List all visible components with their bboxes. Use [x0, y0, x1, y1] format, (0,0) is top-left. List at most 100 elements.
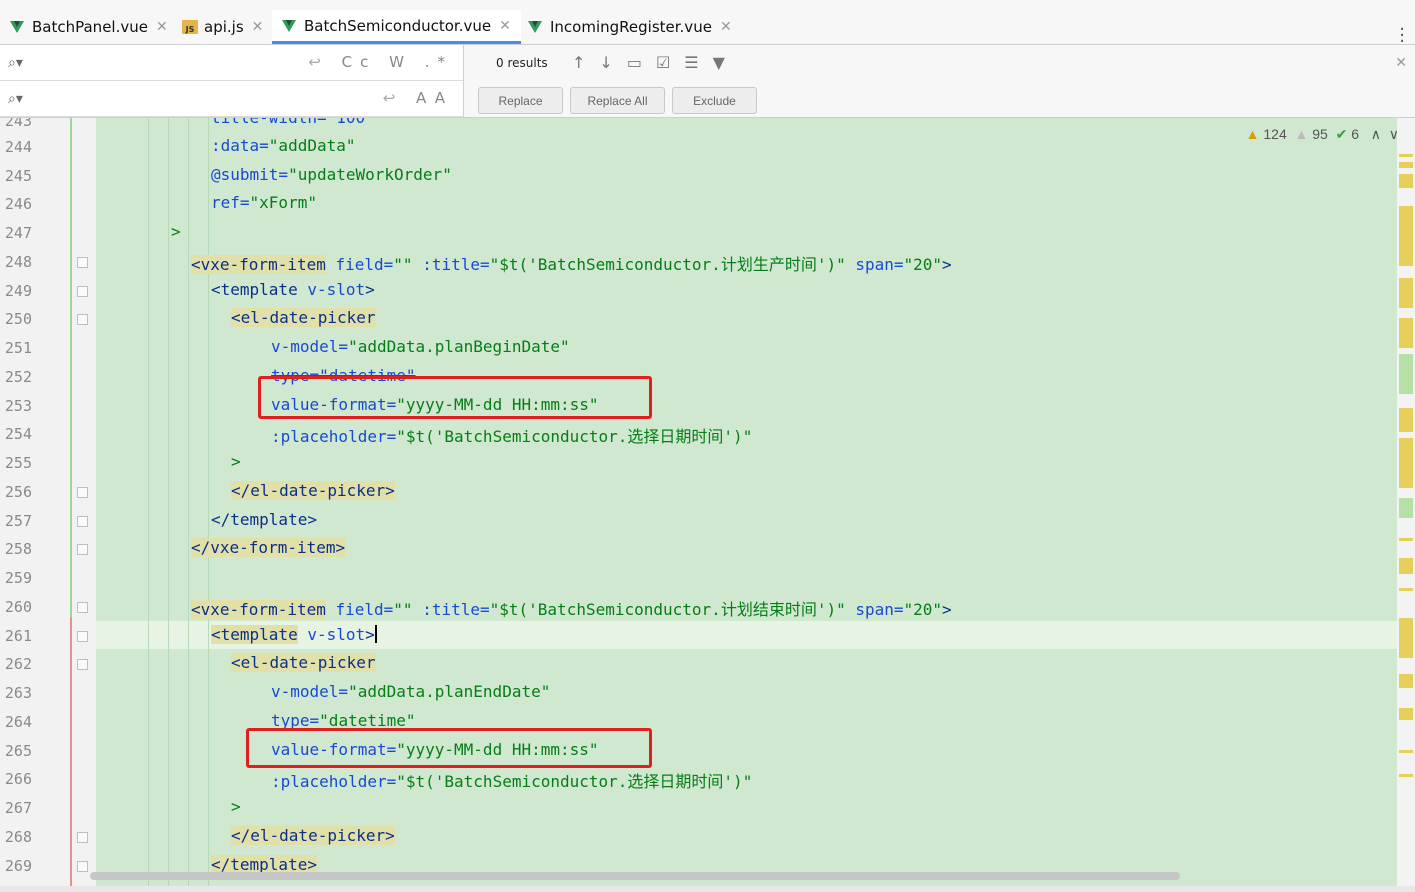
select-all-icon[interactable]: ▭ — [627, 53, 656, 72]
error-stripe-mark — [1399, 438, 1413, 488]
search-input[interactable]: ⌕▾ ↩ Cc W .* — [0, 45, 463, 81]
filter-icon[interactable]: ▼ — [713, 53, 739, 72]
attr-name: field= — [325, 255, 394, 274]
line-number: 258 — [4, 540, 32, 558]
code-text: > — [231, 797, 241, 816]
line-number: 265 — [4, 742, 32, 760]
attr-name: @submit= — [211, 165, 289, 184]
close-icon[interactable]: ✕ — [499, 18, 511, 34]
error-stripe-mark — [1399, 674, 1413, 688]
find-replace-bar: ⌕▾ ↩ Cc W .* ⌕▾ ↩ AA 0 results ↑↓▭☑☰▼ ✕ … — [0, 45, 1415, 118]
close-icon[interactable]: ✕ — [720, 19, 732, 35]
line-number-gutter: 243 244 245 246 247 248 249 250 251 252 … — [0, 118, 70, 886]
fold-icon[interactable] — [77, 487, 88, 498]
code-line-246: ref="xForm" — [211, 193, 317, 212]
attr-value: "20" — [903, 255, 943, 274]
code-line-250: <el-date-picker — [231, 308, 376, 327]
line-number: 251 — [4, 339, 32, 357]
exclude-button[interactable]: Exclude — [672, 87, 757, 114]
js-file-icon: JS — [182, 20, 198, 34]
tab-batchpanel[interactable]: BatchPanel.vue ✕ — [10, 10, 168, 44]
fold-icon[interactable] — [77, 314, 88, 325]
line-number: 245 — [4, 167, 32, 185]
fold-icon[interactable] — [77, 659, 88, 670]
vue-file-icon — [282, 19, 296, 32]
attr-name: :placeholder= — [271, 772, 397, 791]
line-number: 269 — [4, 857, 32, 875]
code-editor[interactable]: 243 244 245 246 247 248 249 250 251 252 … — [0, 118, 1415, 886]
multiline-icon[interactable]: ☰ — [684, 53, 712, 72]
fold-icon[interactable] — [77, 257, 88, 268]
arrow-down-icon[interactable]: ↓ — [599, 53, 626, 72]
horizontal-scrollbar[interactable] — [90, 872, 1180, 880]
error-stripe-mark — [1399, 154, 1413, 157]
tag-name: <template — [211, 280, 298, 299]
close-icon[interactable]: ✕ — [1395, 55, 1407, 71]
error-stripe-mark — [1399, 318, 1413, 348]
fold-icon[interactable] — [77, 832, 88, 843]
tag-end: > — [365, 625, 375, 644]
annotation-box — [246, 728, 652, 768]
filter-selection-icon[interactable]: ☑ — [656, 53, 684, 72]
replace-button[interactable]: Replace — [478, 87, 563, 114]
error-stripe-mark — [1399, 278, 1413, 308]
attr-value: 'BatchSemiconductor.计划生产时间' — [528, 255, 827, 274]
close-icon[interactable]: ✕ — [156, 19, 168, 35]
vue-file-icon — [528, 21, 542, 33]
find-options[interactable]: ↩ Cc W .* — [308, 53, 453, 71]
attr-value: "$t( — [489, 600, 529, 619]
tab-label: BatchSemiconductor.vue — [304, 16, 492, 35]
fold-icon[interactable] — [77, 286, 88, 297]
search-icon: ⌕▾ — [8, 91, 23, 107]
line-number: 247 — [4, 224, 32, 242]
error-stripe-mark — [1399, 206, 1413, 266]
line-number: 259 — [4, 569, 32, 587]
more-options-icon[interactable]: · · · — [1399, 21, 1405, 51]
tab-batchsemiconductor[interactable]: BatchSemiconductor.vue ✕ — [272, 10, 521, 44]
code-area[interactable]: title-width="100" :data="addData" @submi… — [96, 118, 1396, 886]
tag-name: <template — [211, 625, 298, 644]
attr-value: "$t( — [489, 255, 529, 274]
fold-icon[interactable] — [77, 544, 88, 555]
attr-name: v-model= — [271, 337, 349, 356]
tab-label: BatchPanel.vue — [32, 18, 148, 36]
line-number: 268 — [4, 828, 32, 846]
newline-icon[interactable]: ↩ — [308, 53, 329, 71]
line-number: 252 — [4, 368, 32, 386]
tab-api-js[interactable]: JS api.js ✕ — [182, 10, 263, 44]
chevron-up-icon[interactable]: ∧ — [1371, 126, 1381, 142]
code-line-260: <vxe-form-item field="" :title="$t('Batc… — [191, 596, 952, 620]
fold-column — [72, 118, 96, 886]
fold-icon[interactable] — [77, 516, 88, 527]
error-stripe-mark — [1399, 408, 1413, 432]
code-text: title-width="100" — [211, 118, 375, 127]
inspection-widget[interactable]: ▲ 124 ▲ 95 ✔ 6 ∧ ∨ — [1246, 126, 1399, 143]
find-divider — [463, 45, 464, 117]
text-caret — [374, 625, 377, 643]
tab-incomingregister[interactable]: IncomingRegister.vue ✕ — [528, 10, 732, 44]
fold-icon[interactable] — [77, 631, 88, 642]
code-text: > — [171, 222, 181, 241]
line-number: 263 — [4, 684, 32, 702]
line-number: 249 — [4, 282, 32, 300]
tag-end: > — [365, 280, 375, 299]
replace-all-button[interactable]: Replace All — [570, 87, 665, 114]
vertical-scrollbar[interactable] — [1397, 118, 1415, 886]
fold-icon[interactable] — [77, 602, 88, 613]
arrow-up-icon[interactable]: ↑ — [572, 53, 599, 72]
code-line-248: <vxe-form-item field="" :title="$t('Batc… — [191, 251, 952, 275]
search-icon: ⌕▾ — [8, 55, 23, 71]
fold-icon[interactable] — [77, 861, 88, 872]
close-icon[interactable]: ✕ — [252, 19, 264, 35]
replace-options[interactable]: ↩ AA — [383, 89, 453, 107]
code-line-244: :data="addData" — [211, 136, 356, 155]
line-number: 256 — [4, 483, 32, 501]
attr-name: ref= — [211, 193, 250, 212]
attr-name: span= — [845, 600, 904, 619]
line-number: 262 — [4, 655, 32, 673]
newline-icon[interactable]: ↩ — [383, 89, 404, 107]
line-number: 257 — [4, 512, 32, 530]
attr-name: v-slot — [297, 280, 366, 299]
line-number: 243 — [4, 118, 32, 130]
replace-input[interactable]: ⌕▾ ↩ AA — [0, 81, 463, 117]
